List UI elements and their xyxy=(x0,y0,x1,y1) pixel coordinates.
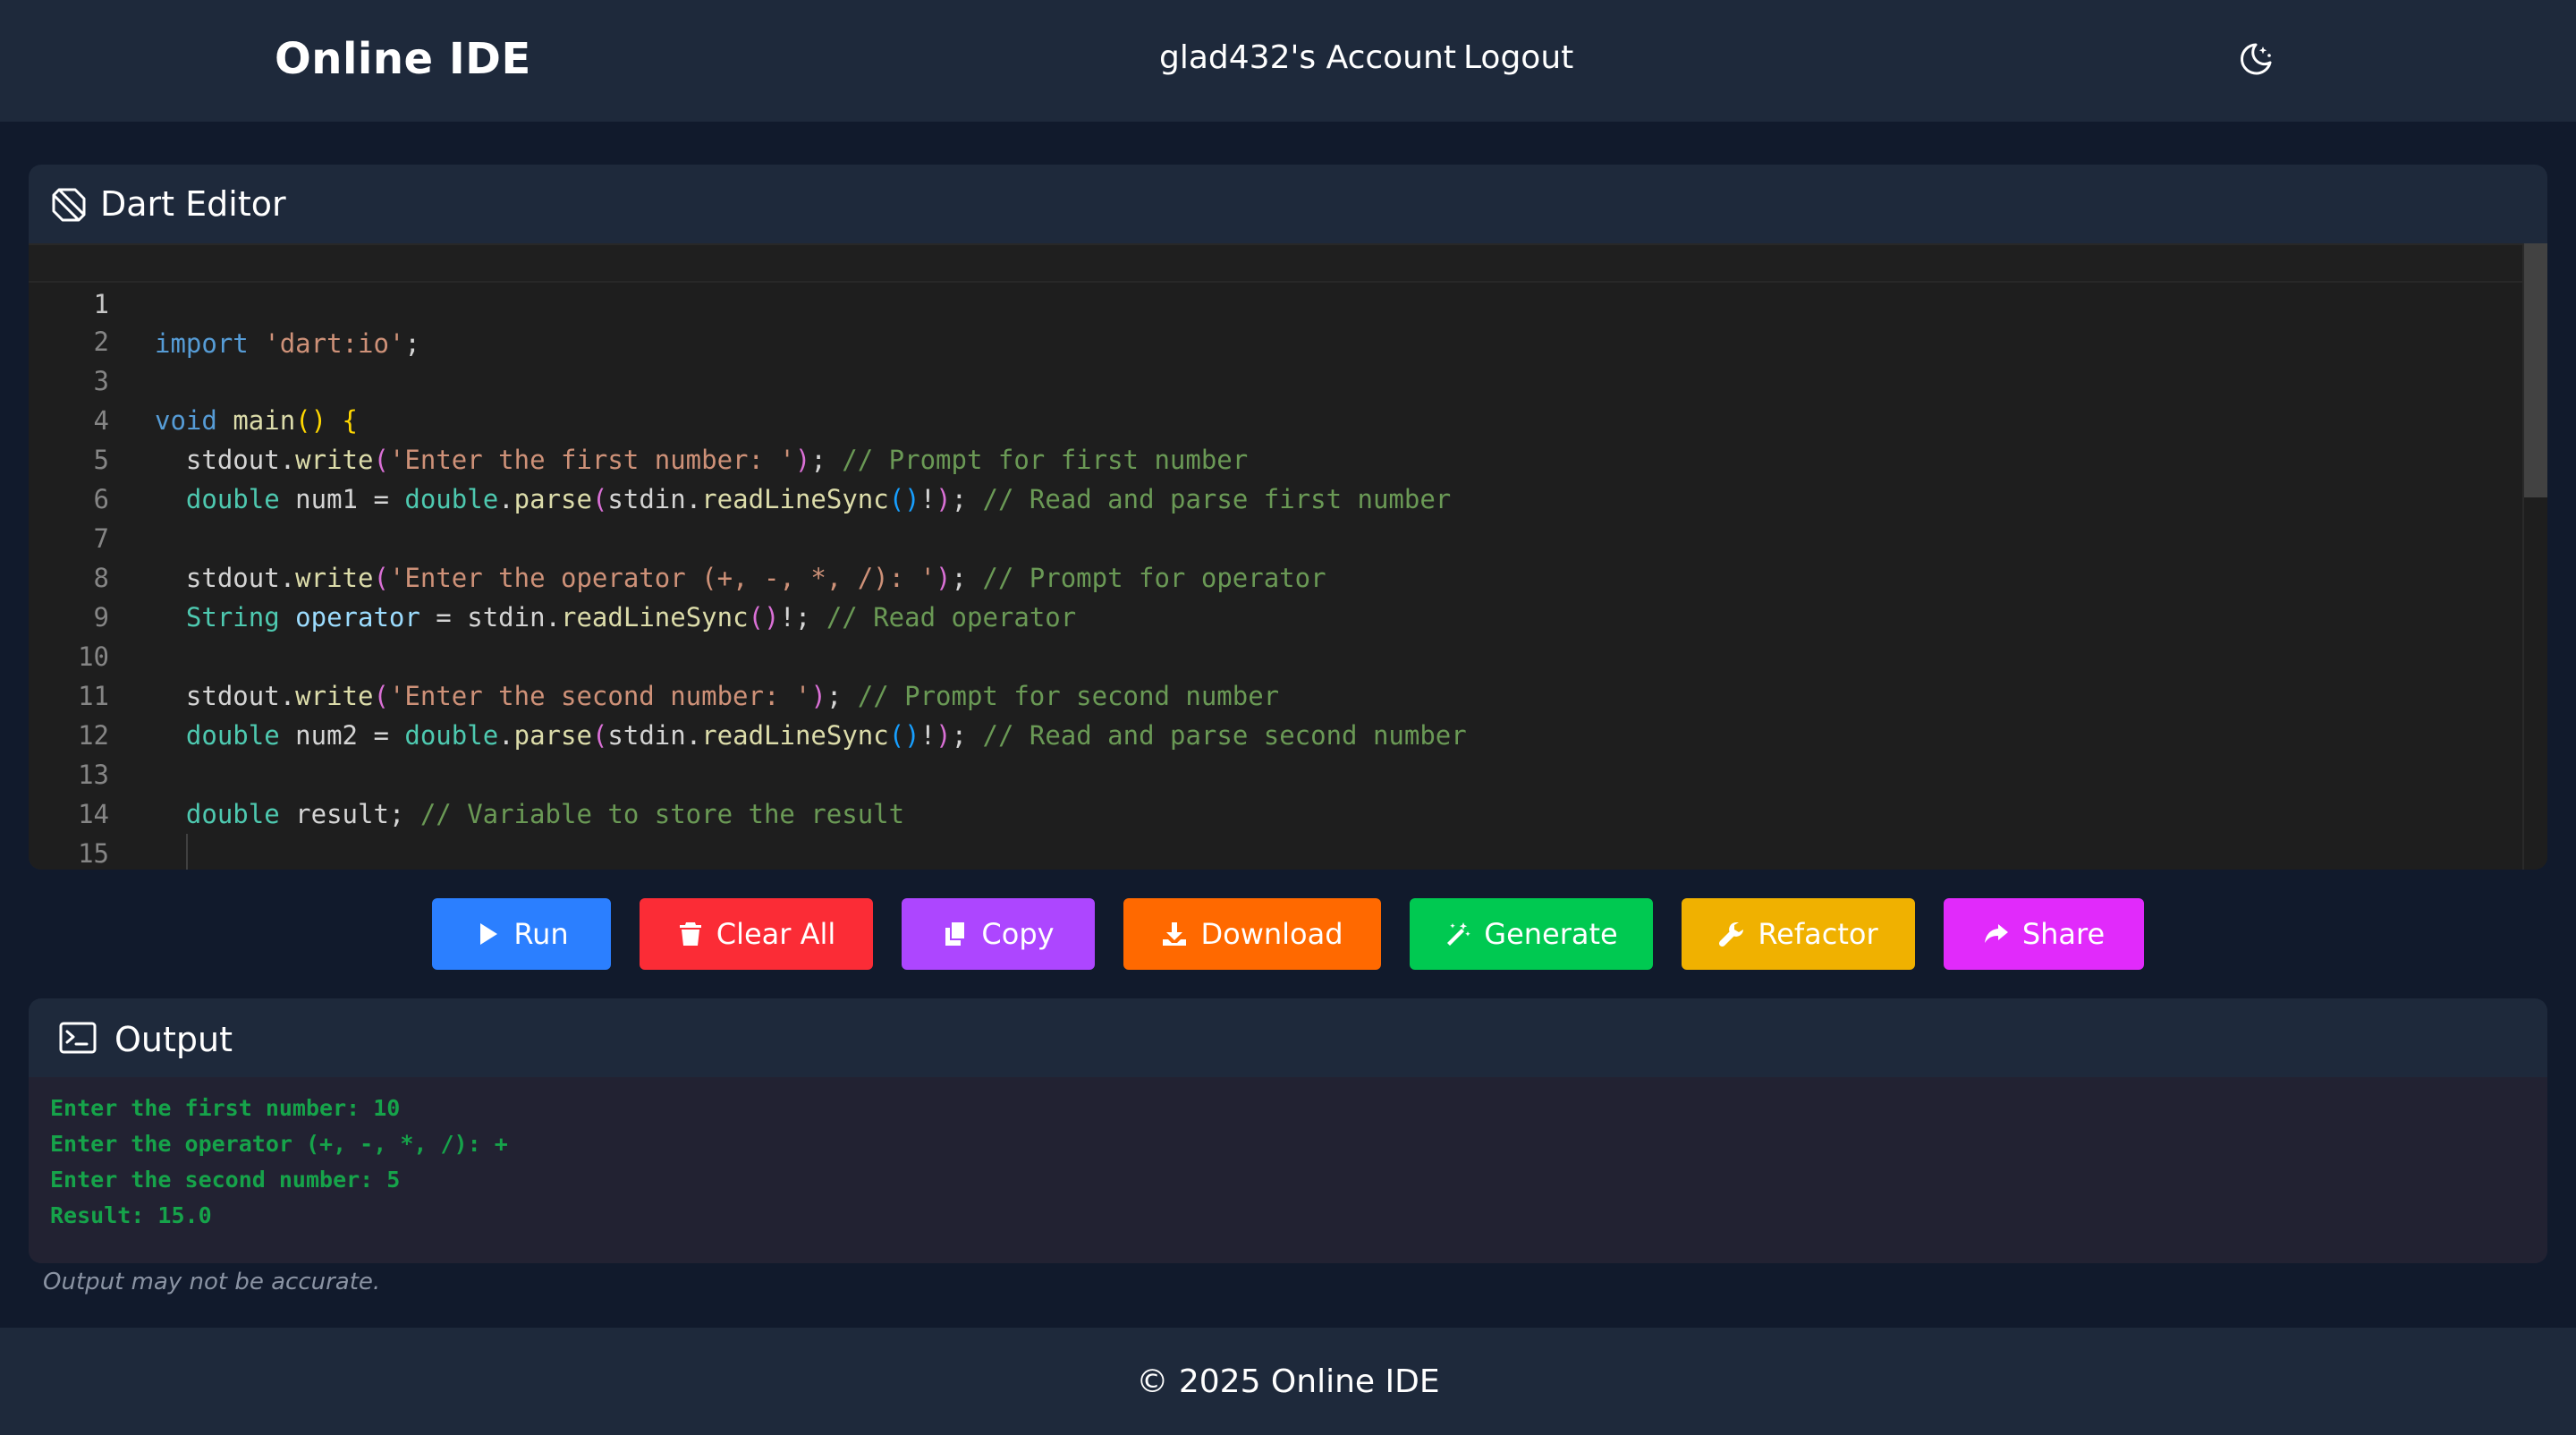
output-header: Output xyxy=(29,998,2547,1077)
code-line[interactable]: 15 switch (operator) { // Perform calcul… xyxy=(29,794,2524,869)
refactor-label: Refactor xyxy=(1758,917,1878,951)
indent-guide xyxy=(186,834,188,870)
code-line[interactable]: 4 stdout.write('Enter the first number: … xyxy=(29,361,2524,475)
code-line[interactable]: 5 double num1 = double.parse(stdin.readL… xyxy=(29,401,2524,514)
brand-title[interactable]: Online IDE xyxy=(275,34,531,84)
magic-wand-icon xyxy=(1447,922,1471,946)
download-icon xyxy=(1163,922,1187,946)
run-button[interactable]: Run xyxy=(432,898,611,970)
output-console: Enter the first number: 10 Enter the ope… xyxy=(29,1077,2547,1263)
trash-icon xyxy=(679,922,701,946)
output-line: Result: 15.0 xyxy=(50,1202,212,1228)
editor-header: Dart Editor xyxy=(29,165,2547,243)
code-line[interactable]: 11 double num2 = double.parse(stdin.read… xyxy=(29,637,2524,751)
refactor-button[interactable]: Refactor xyxy=(1682,898,1915,970)
copyright-text: © 2025 Online IDE xyxy=(1136,1363,1440,1400)
play-icon xyxy=(480,923,498,945)
editor-panel: Dart Editor 1 import 'dart:io'; 2 3 void… xyxy=(29,165,2547,870)
code-line[interactable]: 8 String operator = stdin.readLineSync()… xyxy=(29,519,2524,633)
top-navbar: Online IDE glad432's Account Logout xyxy=(0,0,2576,122)
clear-all-button[interactable]: Clear All xyxy=(640,898,873,970)
copy-button[interactable]: Copy xyxy=(902,898,1095,970)
share-icon xyxy=(1984,924,2008,943)
clear-all-label: Clear All xyxy=(716,917,836,951)
code-line[interactable]: 1 import 'dart:io'; xyxy=(29,243,2524,359)
generate-label: Generate xyxy=(1484,917,1618,951)
scrollbar-thumb[interactable] xyxy=(2524,243,2547,497)
wrench-icon xyxy=(1719,922,1744,947)
code-line[interactable]: 12 xyxy=(29,676,2524,751)
output-line: Enter the first number: 10 xyxy=(50,1095,401,1121)
code-line[interactable]: 6 xyxy=(29,440,2524,514)
code-line[interactable]: 2 xyxy=(29,283,2524,357)
code-line[interactable]: 7 stdout.write('Enter the operator (+, -… xyxy=(29,480,2524,593)
editor-scrollbar[interactable] xyxy=(2522,243,2547,870)
terminal-icon xyxy=(59,1022,97,1054)
code-line[interactable]: 14 xyxy=(29,755,2524,829)
output-disclaimer: Output may not be accurate. xyxy=(43,1269,381,1295)
copy-icon xyxy=(945,922,965,946)
code-line[interactable]: 9 xyxy=(29,558,2524,633)
code-line[interactable]: 13 double result; // Variable to store t… xyxy=(29,716,2524,829)
logout-link[interactable]: Logout xyxy=(1463,39,1573,76)
dart-logo-icon xyxy=(48,184,88,224)
run-label: Run xyxy=(513,917,569,951)
share-label: Share xyxy=(2021,917,2106,951)
output-line: Enter the operator (+, -, *, /): + xyxy=(50,1131,508,1157)
editor-title: Dart Editor xyxy=(100,184,286,224)
footer: © 2025 Online IDE xyxy=(0,1328,2576,1435)
copy-label: Copy xyxy=(981,917,1055,951)
code-editor[interactable]: 1 import 'dart:io'; 2 3 void main() { 4 … xyxy=(29,243,2547,870)
output-panel: Output Enter the first number: 10 Enter … xyxy=(29,998,2547,1263)
share-button[interactable]: Share xyxy=(1944,898,2144,970)
code-line[interactable]: 10 stdout.write('Enter the second number… xyxy=(29,598,2524,711)
output-title: Output xyxy=(114,1020,233,1059)
download-label: Download xyxy=(1200,917,1343,951)
output-line: Enter the second number: 5 xyxy=(50,1167,401,1193)
moon-star-icon[interactable] xyxy=(2236,39,2275,79)
download-button[interactable]: Download xyxy=(1123,898,1381,970)
code-line[interactable]: 16 case '+': xyxy=(29,834,2524,870)
code-line[interactable]: 3 void main() { xyxy=(29,322,2524,436)
generate-button[interactable]: Generate xyxy=(1410,898,1653,970)
account-link[interactable]: glad432's Account xyxy=(1159,39,1456,76)
